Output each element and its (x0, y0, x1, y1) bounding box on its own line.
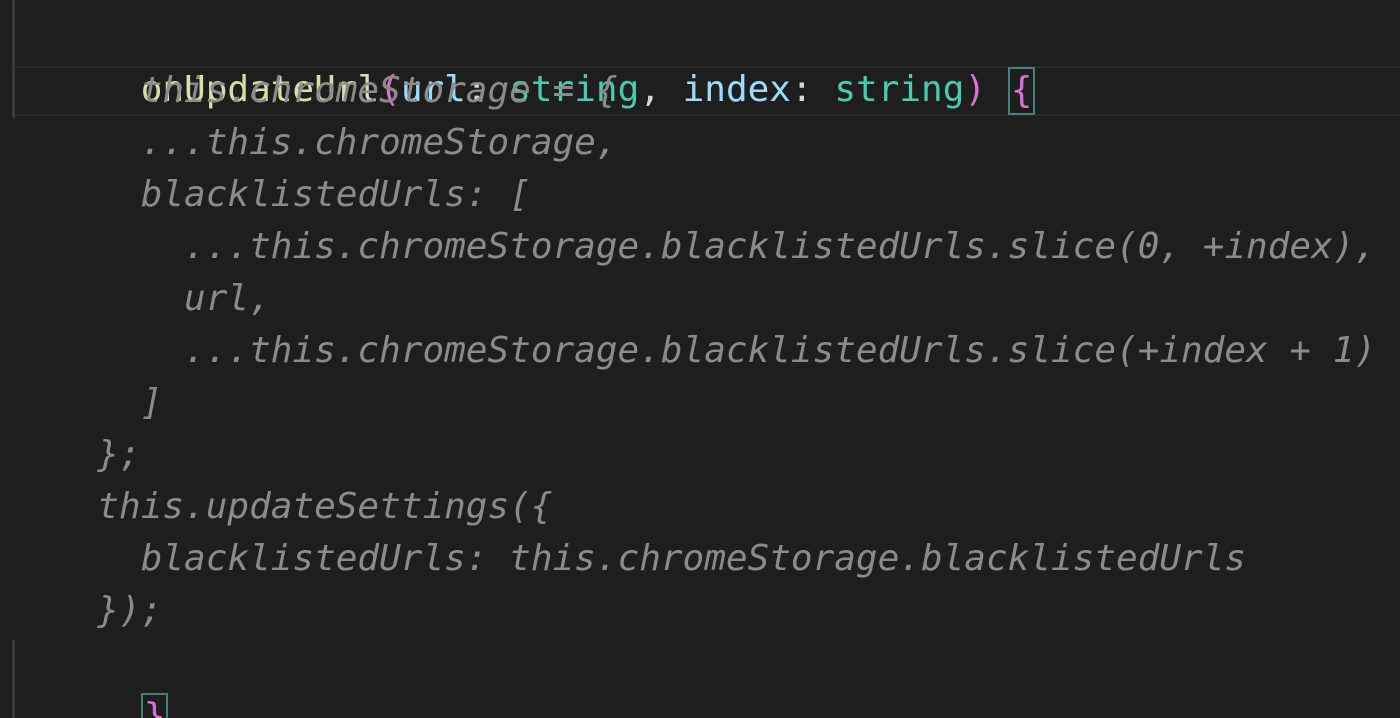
param-type: string (834, 69, 965, 110)
param-comma: , (639, 69, 683, 110)
code-line-4[interactable]: blacklistedUrls: [ (54, 169, 531, 221)
param-colon: : (790, 69, 835, 110)
code-line-2[interactable]: this.chromeStorage = { (54, 65, 618, 117)
code-editor[interactable]: onUpdateUrl(url: string, index: string) … (0, 0, 1400, 718)
code-line-11[interactable]: blacklistedUrls: this.chromeStorage.blac… (54, 533, 1246, 585)
code-line-1[interactable]: onUpdateUrl(url: string, index: string) … (54, 12, 1036, 115)
gutter-change-marker-top (12, 0, 15, 118)
param-index: index (682, 69, 791, 110)
code-line-8[interactable]: ] (54, 377, 163, 429)
code-line-7[interactable]: ...this.chromeStorage.blacklistedUrls.sl… (54, 325, 1376, 377)
code-line-9[interactable]: }; (54, 429, 140, 481)
code-line-6[interactable]: url, (54, 273, 271, 325)
code-line-3[interactable]: ...this.chromeStorage, (54, 117, 618, 169)
matched-close-brace: } (140, 693, 169, 718)
code-line-12[interactable]: }); (54, 585, 162, 637)
gutter-change-marker-bottom (12, 640, 15, 718)
code-line-13[interactable]: } (54, 638, 169, 718)
code-line-10[interactable]: this.updateSettings({ (54, 481, 552, 533)
close-paren: ) (964, 69, 987, 110)
matched-open-brace: { (1007, 67, 1036, 115)
code-line-5[interactable]: ...this.chromeStorage.blacklistedUrls.sl… (54, 221, 1376, 273)
